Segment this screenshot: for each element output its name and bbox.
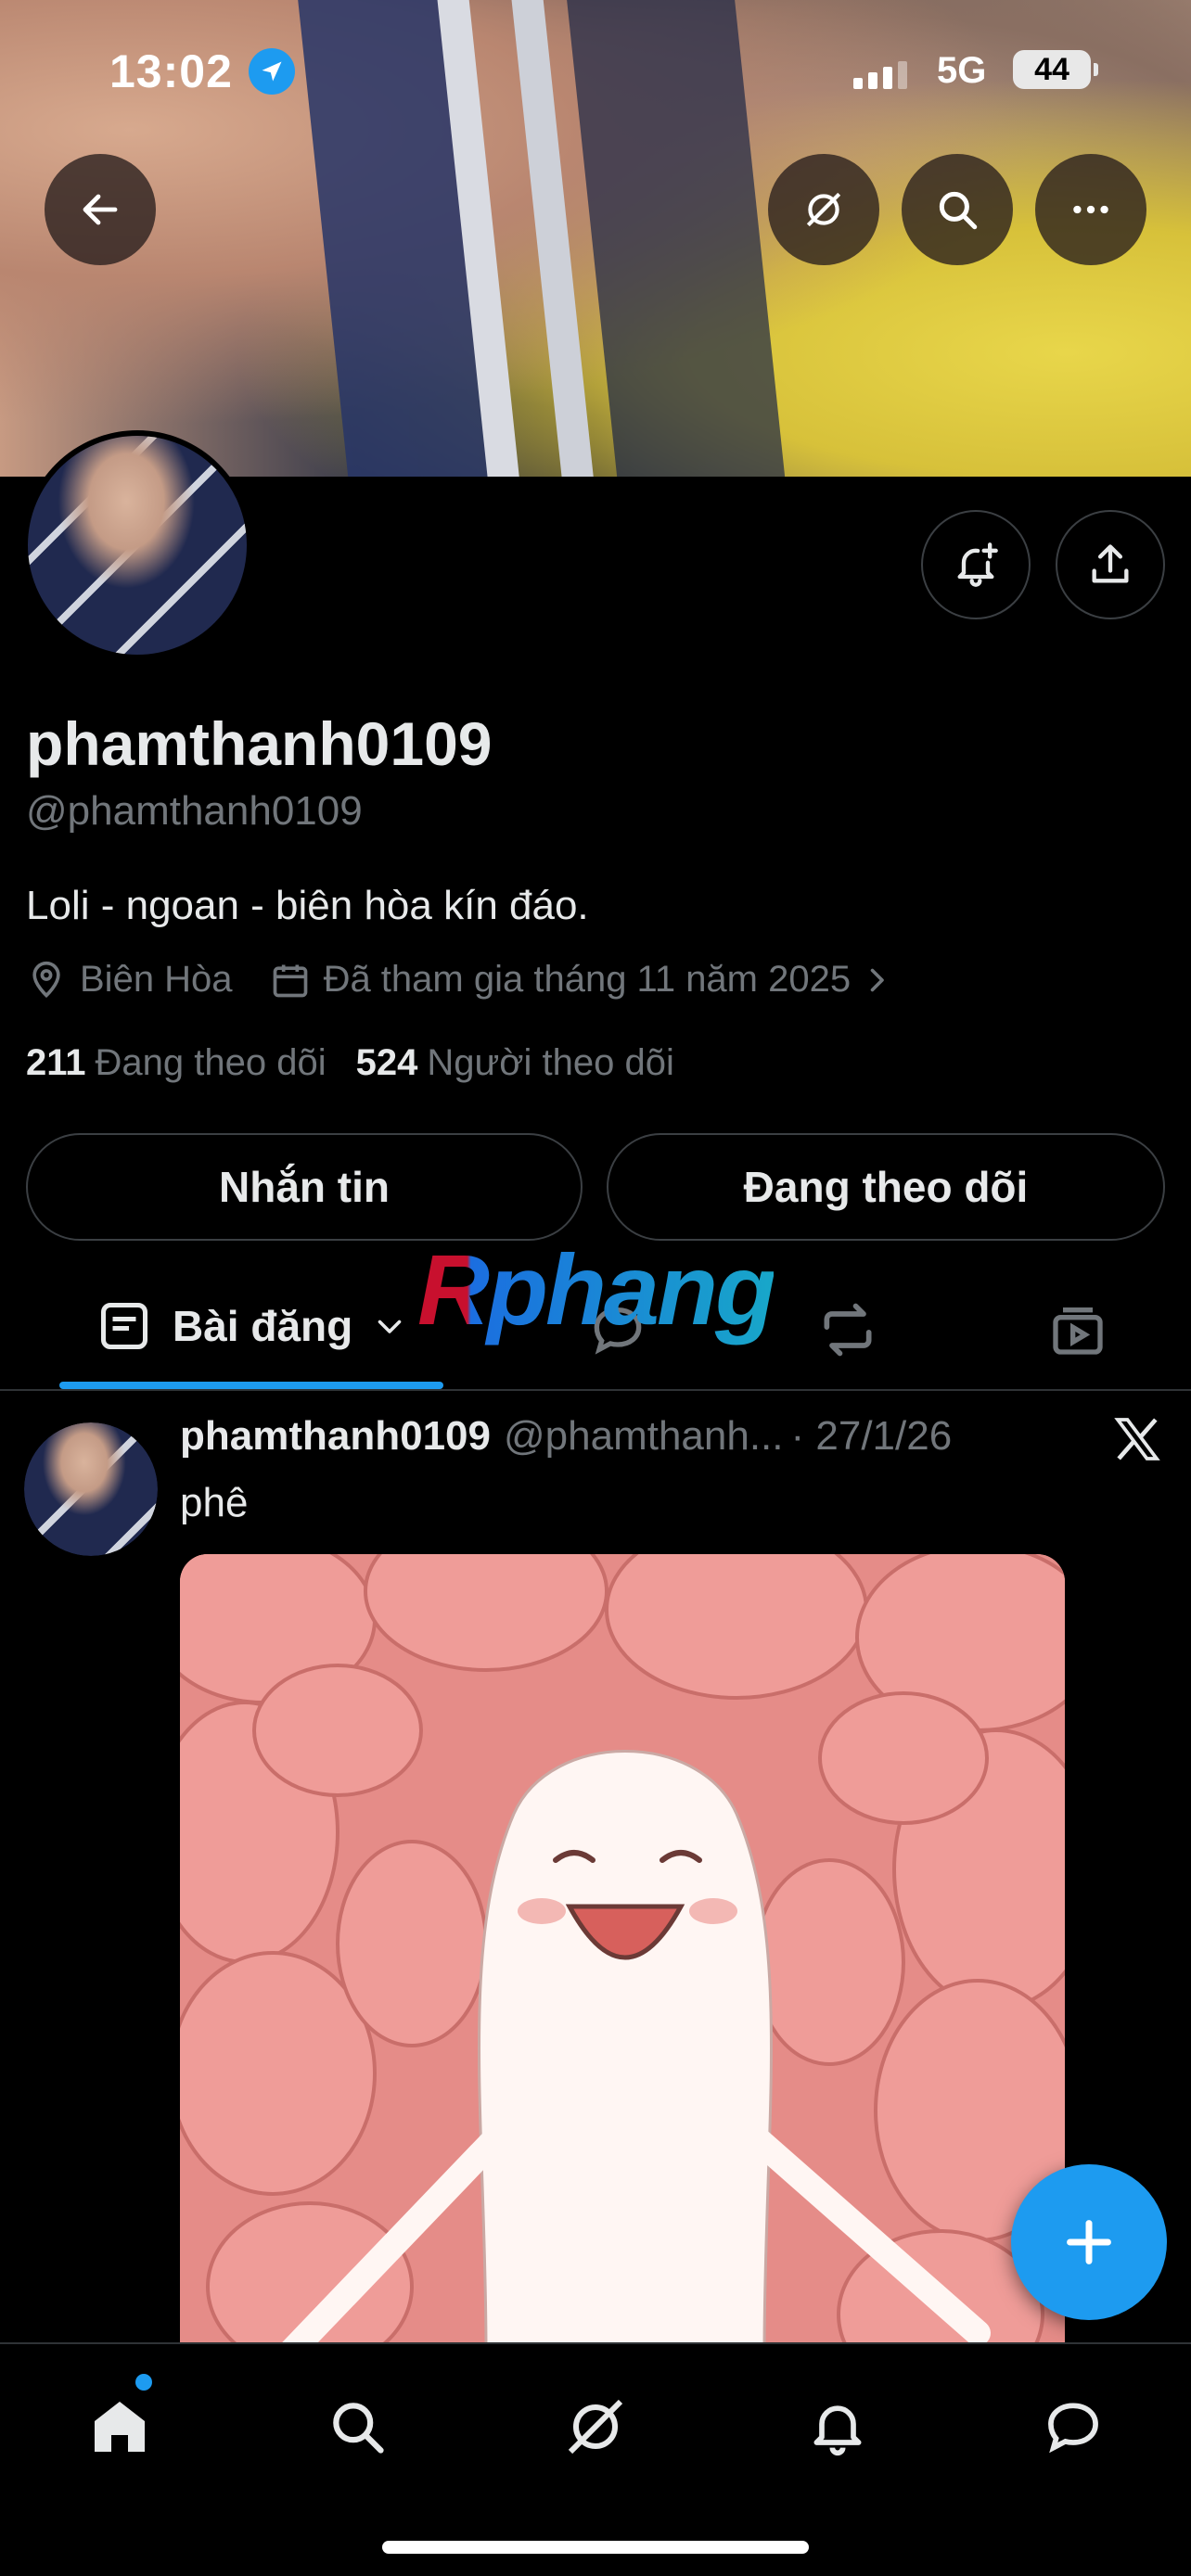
post-author-name[interactable]: phamthanh0109 (180, 1413, 491, 1460)
nav-home[interactable] (78, 2385, 161, 2468)
followers-label: Người theo dõi (427, 1042, 674, 1083)
post-author-handle[interactable]: @phamthanh... (504, 1413, 784, 1460)
media-icon (1053, 1307, 1103, 1355)
search-icon (939, 191, 978, 230)
watermark: Rphang (417, 1233, 776, 1345)
calendar-icon (273, 964, 307, 997)
post-avatar[interactable] (24, 1422, 158, 1556)
profile-bio: Loli - ngoan - biên hòa kín đáo. (26, 883, 589, 928)
location-pin-icon (32, 961, 60, 998)
post-date[interactable]: · 27/1/26 (791, 1413, 953, 1460)
notify-button[interactable] (921, 510, 1031, 619)
post-text: phê (180, 1480, 249, 1525)
post-illustration (180, 1554, 1065, 2352)
following-count: 211 (26, 1042, 86, 1083)
tab-active-indicator (59, 1382, 443, 1389)
avatar-image (24, 1422, 158, 1556)
tab-media[interactable] (1043, 1294, 1113, 1365)
home-notification-dot (135, 2374, 152, 2391)
plus-icon (1067, 2220, 1111, 2264)
battery-icon: 44 (1013, 50, 1098, 89)
followers-count: 524 (355, 1042, 418, 1083)
bell-icon (813, 2405, 862, 2456)
nav-search[interactable] (315, 2385, 399, 2468)
profile-meta: Biên Hòa Đã tham gia tháng 11 năm 2025 (26, 959, 906, 1001)
nav-grok[interactable] (554, 2385, 637, 2468)
avatar-image (28, 436, 247, 655)
share-icon (1092, 544, 1129, 583)
profile-joined[interactable]: Đã tham gia tháng 11 năm 2025 (324, 959, 852, 1001)
location-arrow-icon (249, 48, 295, 95)
grok-icon (806, 192, 841, 227)
nav-messages[interactable] (1031, 2385, 1115, 2468)
search-icon (333, 2403, 384, 2454)
message-button[interactable]: Nhắn tin (26, 1133, 583, 1241)
tab-reposts[interactable] (813, 1294, 883, 1365)
share-button[interactable] (1056, 510, 1165, 619)
network-type: 5G (937, 50, 987, 91)
tab-posts[interactable]: Bài đăng (96, 1298, 406, 1354)
more-icon (1073, 205, 1108, 214)
bottom-nav (0, 2342, 1191, 2576)
following-label: Đang theo dõi (95, 1042, 327, 1083)
following-stat[interactable]: 211 Đang theo dõi (26, 1042, 327, 1084)
tab-posts-label: Bài đăng (173, 1302, 353, 1350)
following-button[interactable]: Đang theo dõi (607, 1133, 1165, 1241)
back-arrow-icon (83, 194, 118, 225)
profile-location: Biên Hòa (80, 959, 233, 1000)
nav-notifications[interactable] (796, 2385, 879, 2468)
chevron-right-icon[interactable] (860, 963, 893, 997)
post-header: phamthanh0109 @phamthanh... · 27/1/26 (180, 1413, 952, 1460)
home-icon (95, 2402, 145, 2452)
back-button[interactable] (45, 154, 156, 265)
chat-icon (1048, 2403, 1098, 2454)
posts-icon (101, 1303, 147, 1349)
status-time: 13:02 (109, 45, 233, 97)
follow-stats: 211 Đang theo dõi 524 Người theo dõi (26, 1042, 674, 1084)
profile-display-name: phamthanh0109 (26, 709, 493, 778)
compose-button[interactable] (1011, 2164, 1167, 2320)
profile-avatar[interactable] (22, 430, 252, 660)
followers-stat[interactable]: 524 Người theo dõi (356, 1042, 674, 1084)
post-media[interactable] (180, 1554, 1065, 2352)
profile-handle: @phamthanh0109 (26, 788, 363, 834)
repost-icon (824, 1303, 872, 1357)
more-button[interactable] (1035, 154, 1146, 265)
x-logo-icon (1114, 1418, 1160, 1460)
grok-icon (568, 2399, 623, 2455)
search-button[interactable] (902, 154, 1013, 265)
signal-icon (853, 61, 907, 89)
grok-button[interactable] (768, 154, 879, 265)
bell-plus-icon (957, 542, 998, 587)
chevron-down-icon (378, 1320, 402, 1333)
status-bar: 13:02 5G 44 (0, 37, 1191, 102)
home-indicator (382, 2541, 809, 2554)
